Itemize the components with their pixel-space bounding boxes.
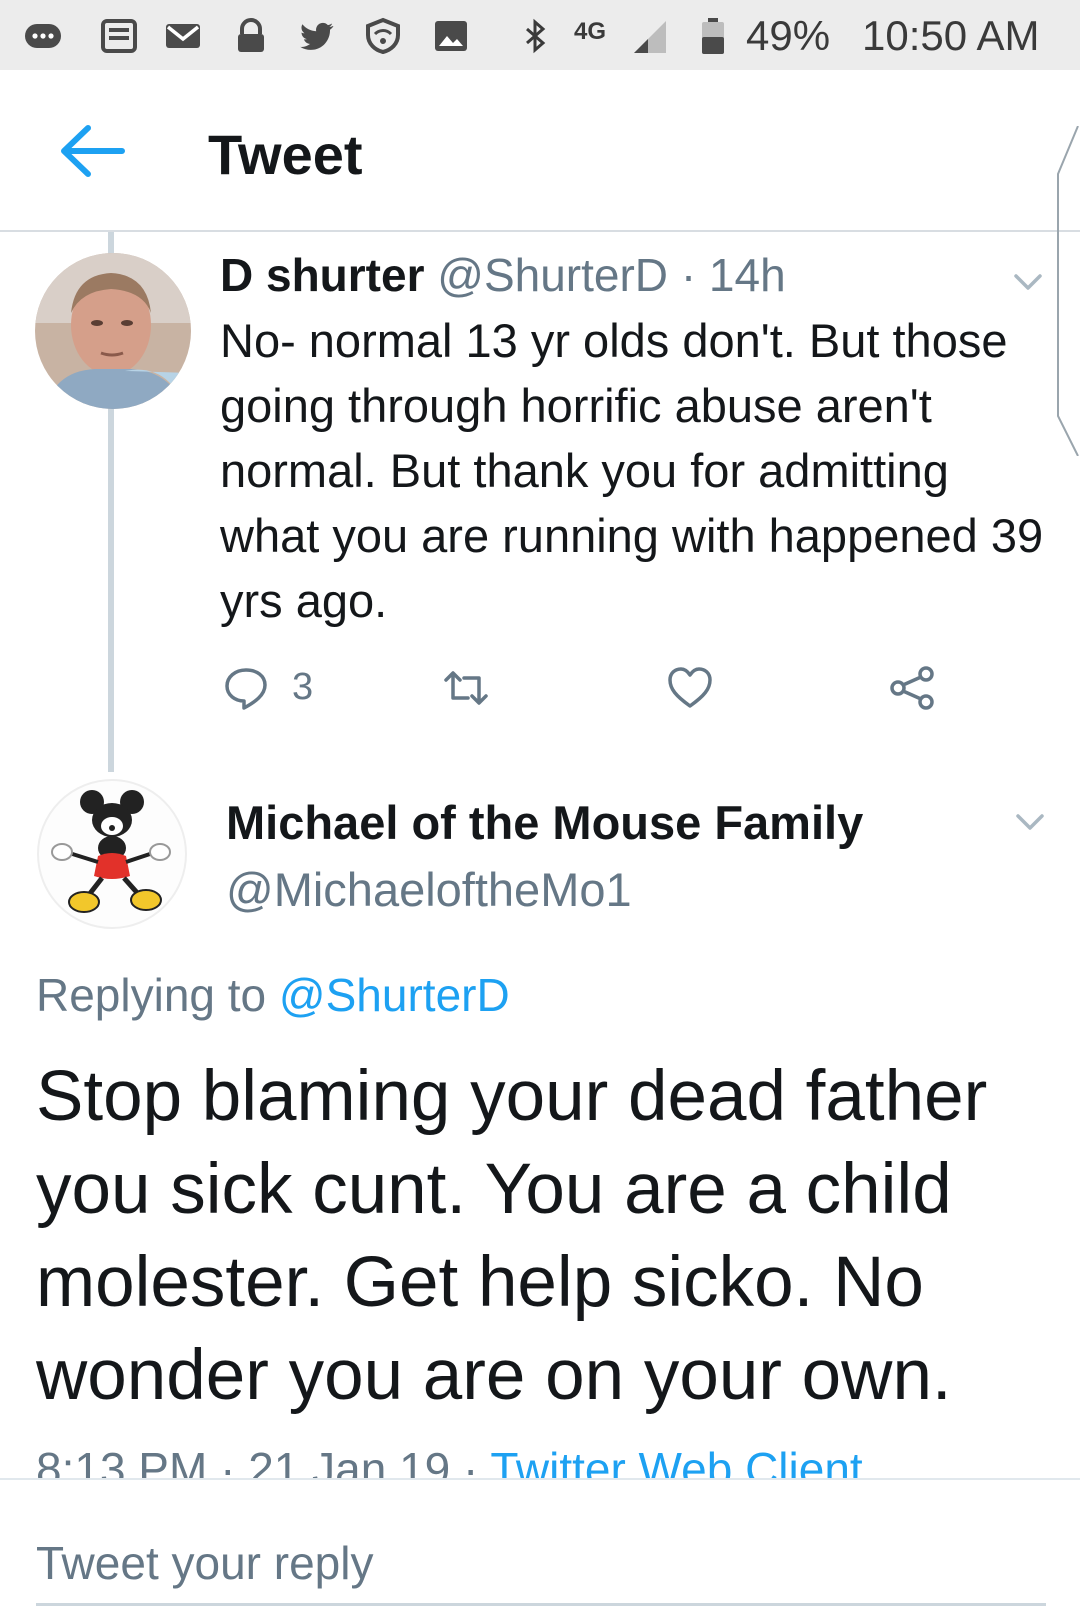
battery-icon xyxy=(694,17,732,55)
replying-to: Replying to @ShurterD xyxy=(36,968,510,1022)
news-icon xyxy=(100,17,138,55)
meta-separator: · xyxy=(680,249,697,301)
app-header: Tweet xyxy=(0,70,1080,456)
tweet-text: No- normal 13 yr olds don't. But those g… xyxy=(220,314,1044,627)
like-button[interactable] xyxy=(666,660,722,716)
share-button[interactable] xyxy=(888,660,944,716)
replying-handle-link[interactable]: @ShurterD xyxy=(279,969,510,1021)
avatar[interactable] xyxy=(35,253,191,409)
vpn-shield-icon xyxy=(364,17,402,55)
arrow-left-icon xyxy=(61,125,125,177)
tweet-time: 14h xyxy=(708,249,786,301)
chevron-down-icon xyxy=(1014,274,1042,290)
tweet-header: D shurter @ShurterD · 14h xyxy=(220,248,786,302)
retweet-icon xyxy=(444,671,488,705)
author-handle[interactable]: @ShurterD xyxy=(437,249,668,301)
heart-icon xyxy=(668,667,712,708)
bluetooth-icon xyxy=(516,17,554,55)
lock-icon xyxy=(232,17,270,55)
status-bar: 4G 49% 10:50 AM xyxy=(0,0,1080,70)
battery-level: 49% xyxy=(746,12,831,59)
divider xyxy=(0,1478,1080,1480)
tweet-menu-button[interactable] xyxy=(1008,262,1048,302)
reply-icon xyxy=(225,668,267,710)
lte-signal-icon xyxy=(630,17,668,55)
gallery-icon xyxy=(432,17,470,55)
clock: 10:50 AM xyxy=(862,12,1040,59)
more-icon xyxy=(24,17,62,55)
tweet-source-link[interactable]: Twitter Web Client xyxy=(490,1443,862,1478)
tweet-meta: 8:13 PM · 21 Jan 19 · Twitter Web Client xyxy=(36,1442,1036,1478)
reply-button[interactable]: 3 xyxy=(222,660,342,716)
avatar[interactable] xyxy=(36,778,188,930)
reply-input[interactable] xyxy=(36,1522,1046,1606)
reply-count: 3 xyxy=(292,666,314,708)
tweet-menu-button[interactable] xyxy=(1010,802,1050,842)
mail-icon xyxy=(164,17,202,55)
tweet-timestamp: 8:13 PM · 21 Jan 19 · xyxy=(36,1443,479,1478)
network-type: 4G xyxy=(574,18,607,45)
author-name[interactable]: Michael of the Mouse Family xyxy=(226,795,863,850)
twitter-bird-icon xyxy=(298,17,336,55)
share-icon xyxy=(890,666,934,710)
replying-prefix: Replying to xyxy=(36,969,267,1021)
page-title: Tweet xyxy=(208,123,363,186)
chevron-down-icon xyxy=(1016,814,1044,830)
retweet-button[interactable] xyxy=(442,660,498,716)
tweet-text: Stop blaming your dead father you sick c… xyxy=(36,1057,988,1415)
back-button[interactable] xyxy=(52,110,134,192)
author-handle[interactable]: @MichaeloftheMo1 xyxy=(226,862,632,917)
author-name[interactable]: D shurter xyxy=(220,249,424,301)
